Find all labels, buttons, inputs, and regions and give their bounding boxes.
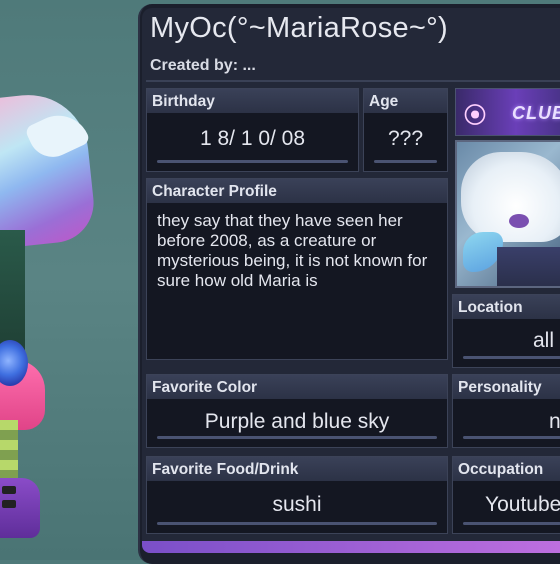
birthday-label: Birthday bbox=[147, 89, 358, 113]
field-underline bbox=[463, 436, 560, 439]
favorite-food-field[interactable]: Favorite Food/Drink sushi bbox=[146, 456, 448, 534]
favorite-color-field[interactable]: Favorite Color Purple and blue sky bbox=[146, 374, 448, 448]
age-field[interactable]: Age ??? bbox=[363, 88, 448, 172]
character-profile-label: Character Profile bbox=[147, 179, 447, 203]
character-art bbox=[0, 0, 140, 560]
favorite-color-label: Favorite Color bbox=[147, 375, 447, 399]
field-underline bbox=[463, 522, 560, 525]
favorite-food-value: sushi bbox=[272, 493, 322, 516]
age-label: Age bbox=[364, 89, 447, 113]
character-profile-field[interactable]: Character Profile they say that they hav… bbox=[146, 178, 448, 360]
character-legs bbox=[0, 420, 18, 480]
field-underline bbox=[463, 356, 560, 359]
accent-bar bbox=[142, 541, 560, 553]
character-profile-text: they say that they have seen her before … bbox=[157, 211, 428, 290]
personality-value: n bbox=[549, 410, 560, 433]
personality-label: Personality bbox=[453, 375, 560, 399]
oc-title: MyOc(°~MariaRose~°) bbox=[150, 12, 449, 44]
favorite-color-value: Purple and blue sky bbox=[204, 410, 390, 433]
occupation-field[interactable]: Occupation Youtube bbox=[452, 456, 560, 534]
portrait-shirt bbox=[497, 247, 560, 286]
banner-text: CLUB bbox=[512, 103, 560, 123]
field-underline bbox=[374, 160, 437, 163]
boot-strap bbox=[2, 500, 16, 508]
club-banner: ⦿ CLUB bbox=[455, 88, 560, 136]
portrait-hair bbox=[461, 152, 560, 242]
location-value: all bbox=[533, 329, 555, 352]
created-by-label: Created by: ... bbox=[150, 57, 256, 74]
character-hair bbox=[0, 89, 98, 251]
portrait-eye bbox=[509, 214, 529, 228]
personality-field[interactable]: Personality n bbox=[452, 374, 560, 448]
age-value: ??? bbox=[387, 127, 424, 150]
occupation-value: Youtube bbox=[485, 493, 560, 516]
boot-strap bbox=[2, 486, 16, 494]
occupation-label: Occupation bbox=[453, 457, 560, 481]
birthday-value: 1 8/ 1 0/ 08 bbox=[199, 127, 306, 150]
location-label: Location bbox=[453, 295, 560, 319]
field-underline bbox=[157, 160, 348, 163]
club-logo-icon: ⦿ bbox=[464, 103, 487, 128]
location-field[interactable]: Location all bbox=[452, 294, 560, 368]
divider bbox=[146, 80, 560, 82]
character-portrait bbox=[455, 140, 560, 288]
field-underline bbox=[157, 522, 437, 525]
favorite-food-label: Favorite Food/Drink bbox=[147, 457, 447, 481]
birthday-field[interactable]: Birthday 1 8/ 1 0/ 08 bbox=[146, 88, 359, 172]
field-underline bbox=[157, 436, 437, 439]
